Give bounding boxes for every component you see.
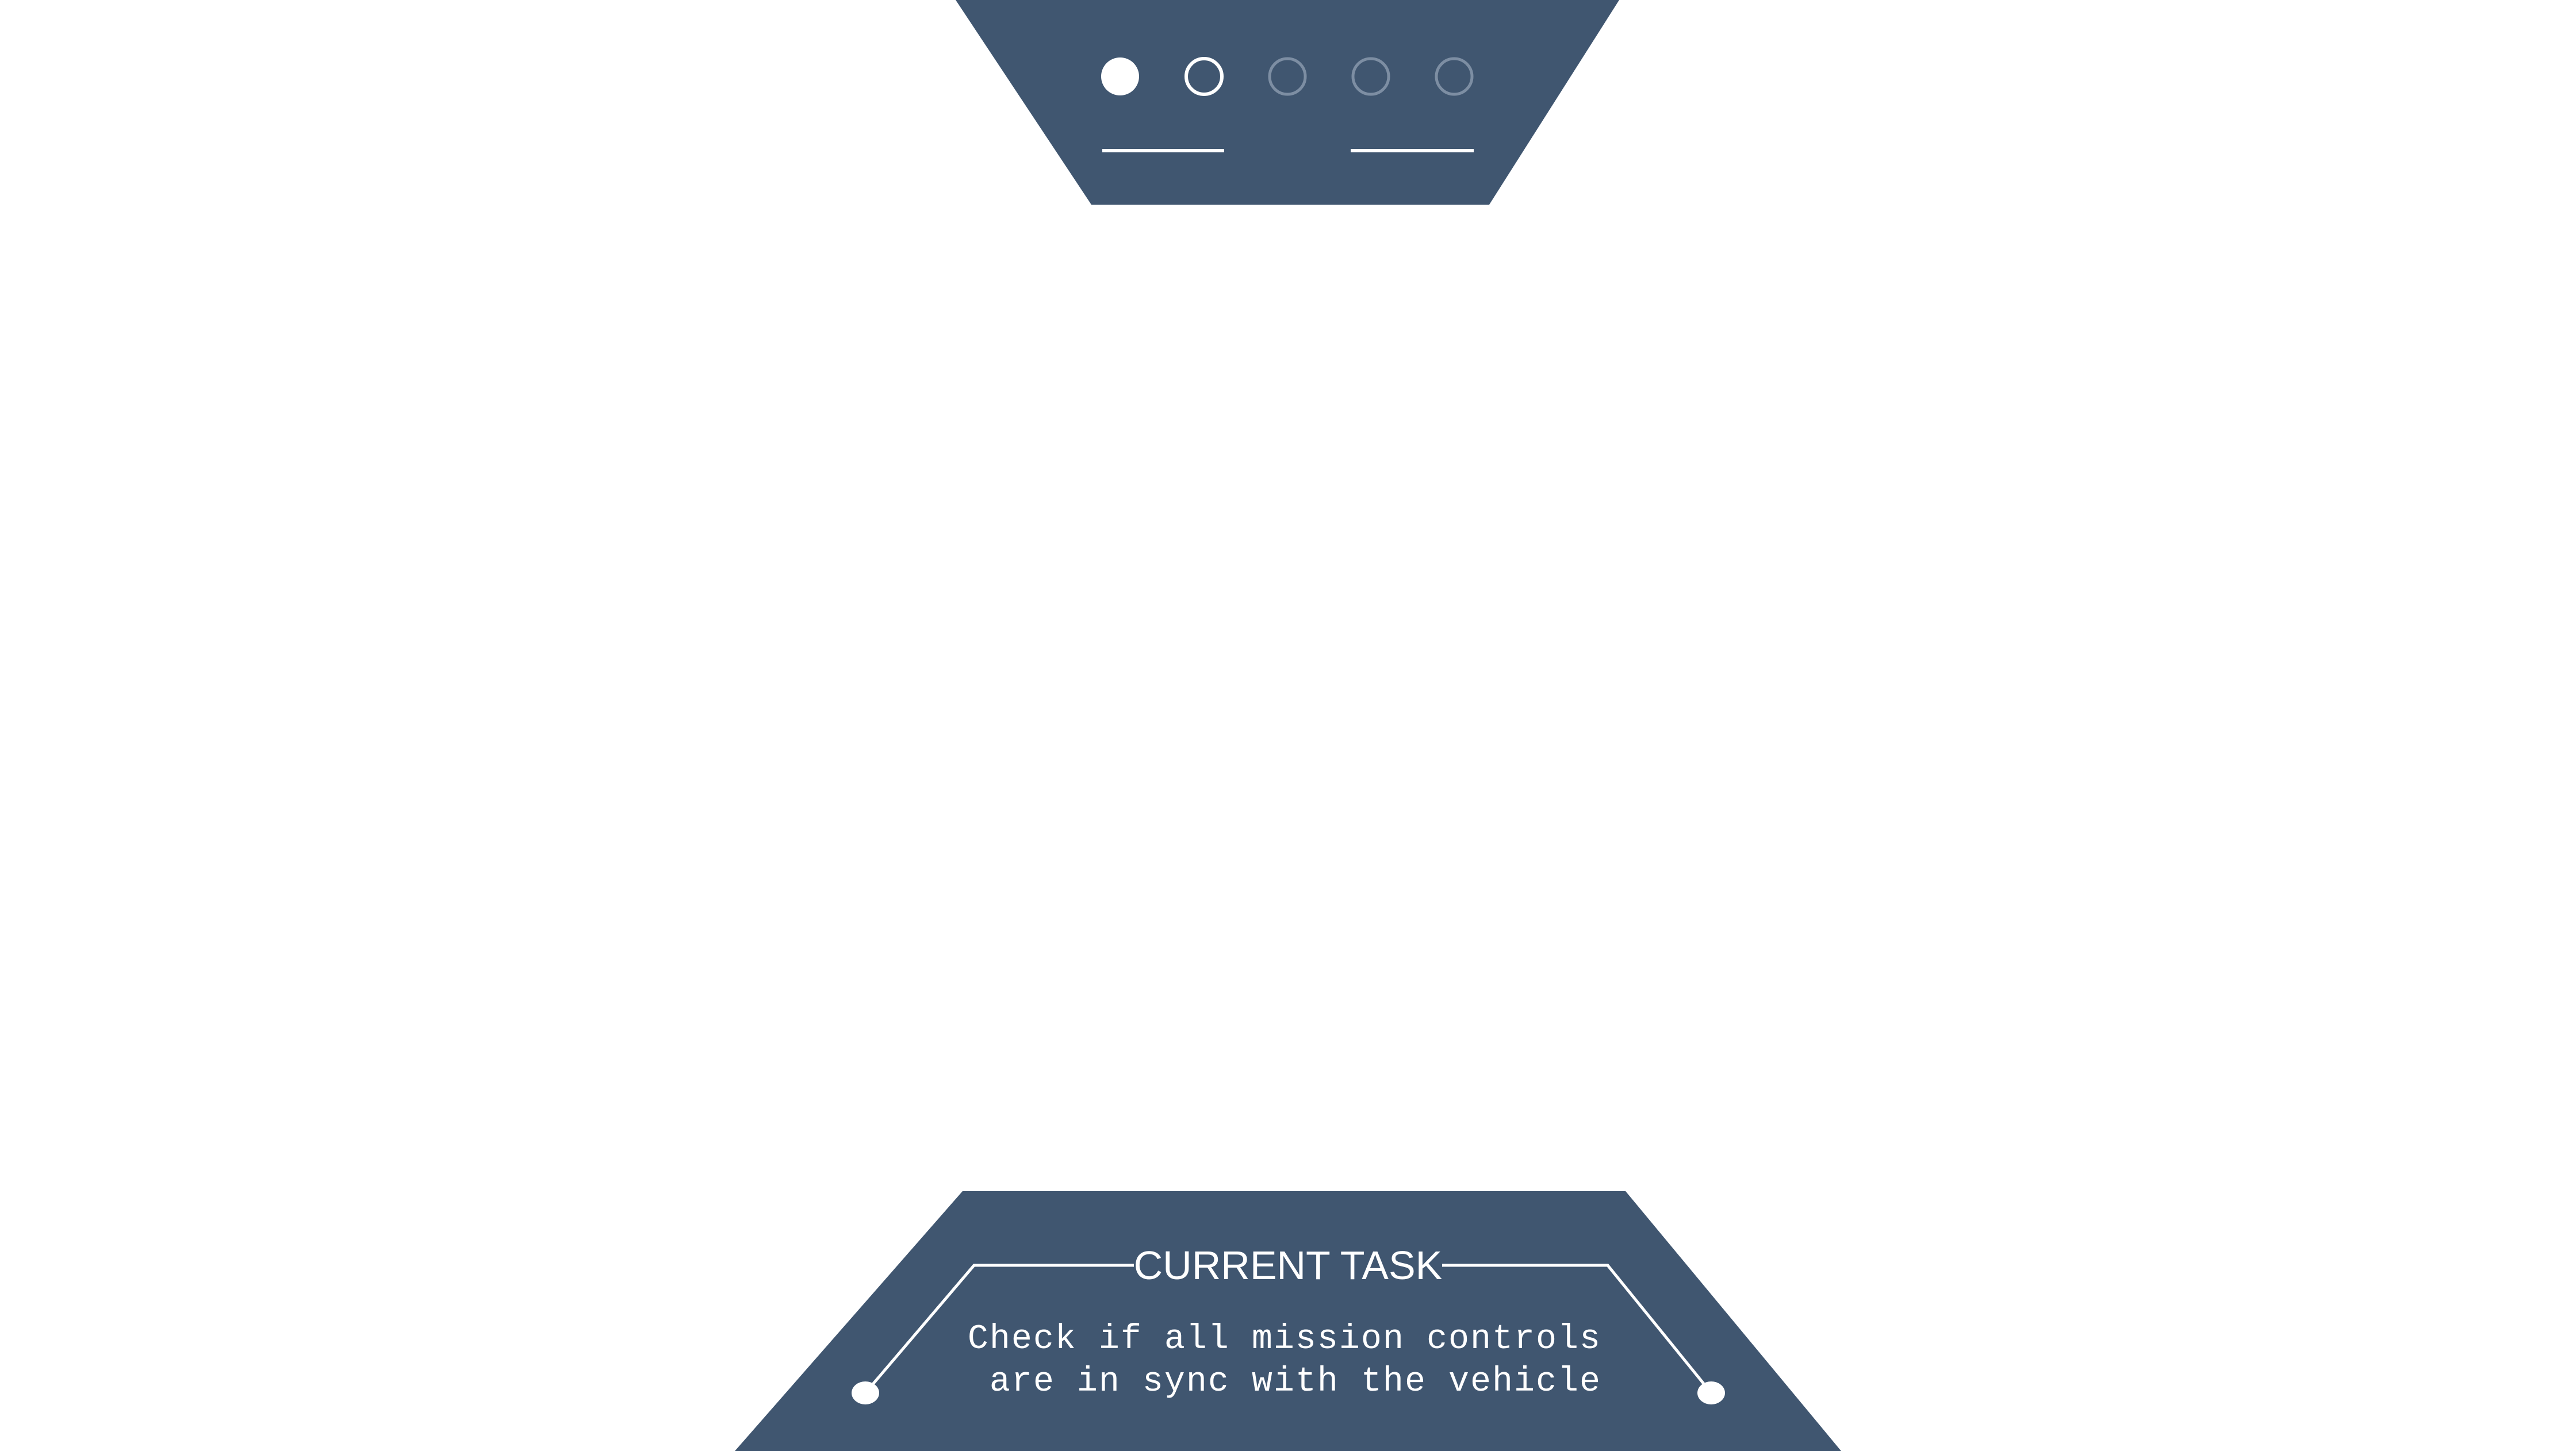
step-indicator-panel xyxy=(956,0,1619,205)
task-description-line-1: Check if all mission controls xyxy=(968,1320,1601,1359)
step-dot-1[interactable] xyxy=(1101,57,1139,95)
current-task-panel: CURRENT TASK Check if all mission contro… xyxy=(735,1191,1841,1451)
hud-overlay: CURRENT TASK Check if all mission contro… xyxy=(735,0,1841,1451)
step-indicator-background xyxy=(956,0,1619,205)
task-panel-title: CURRENT TASK xyxy=(1134,1243,1443,1288)
task-bracket-right-dot xyxy=(1697,1381,1725,1404)
task-description-line-2: are in sync with the vehicle xyxy=(990,1362,1601,1402)
task-bracket-left-dot xyxy=(852,1381,879,1404)
